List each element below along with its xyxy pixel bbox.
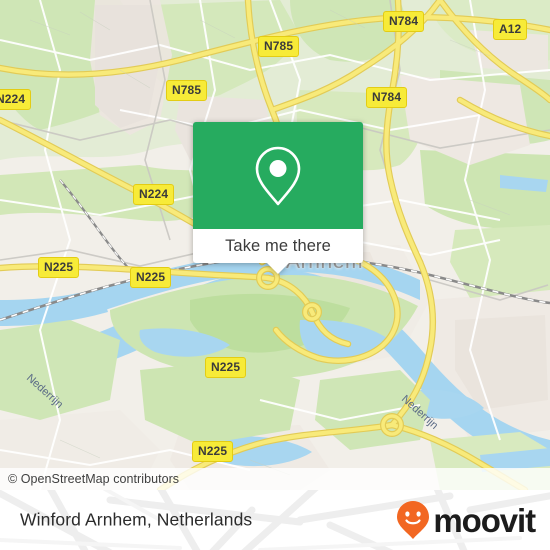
road-shield: N784 (383, 11, 425, 32)
popup-tail-pointer (267, 263, 289, 274)
road-shield: N785 (166, 80, 208, 101)
footer-bar: Winford Arnhem, Netherlands moovit (0, 490, 550, 550)
road-shield: N225 (192, 441, 234, 462)
moovit-logo[interactable]: moovit (395, 500, 536, 540)
road-shield: N225 (130, 267, 172, 288)
location-popup-card[interactable]: Take me there (193, 122, 363, 274)
map-screenshot-root: N784 A12 N785 N785 N784 N224 N224 N225 N… (0, 0, 550, 550)
map-canvas[interactable]: N784 A12 N785 N785 N784 N224 N224 N225 N… (0, 0, 550, 490)
road-shield: N224 (133, 184, 175, 205)
place-title: Winford Arnhem, Netherlands (20, 509, 253, 530)
take-me-there-label: Take me there (225, 236, 331, 255)
map-attribution-bar: © OpenStreetMap contributors (0, 468, 550, 490)
road-shield: N784 (366, 87, 408, 108)
popup-header (193, 122, 363, 229)
moovit-wordmark: moovit (433, 502, 536, 539)
road-shield: N785 (258, 36, 300, 57)
location-pin-icon (255, 146, 301, 205)
road-shield: N224 (0, 89, 32, 110)
popup-footer[interactable]: Take me there (193, 229, 363, 263)
road-shield: A12 (493, 19, 528, 40)
road-shield: N225 (205, 357, 247, 378)
moovit-smiley-pin-icon (397, 501, 430, 539)
attribution-text[interactable]: © OpenStreetMap contributors (0, 472, 179, 486)
road-shield: N225 (38, 257, 80, 278)
